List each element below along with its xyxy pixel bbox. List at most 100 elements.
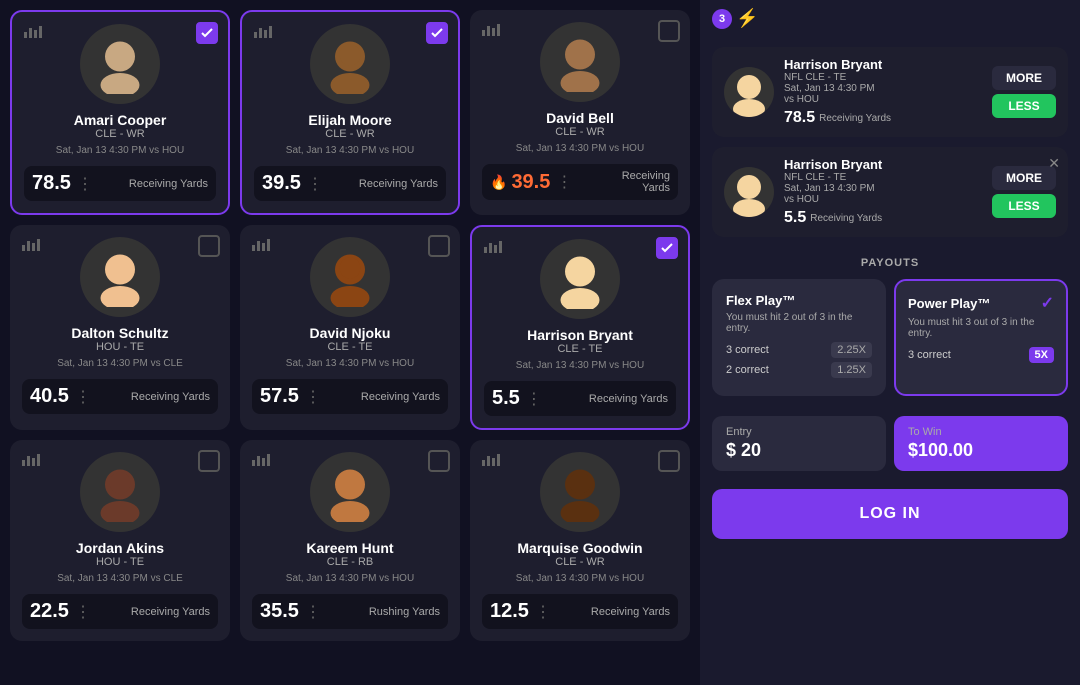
player-team: CLE - WR: [555, 556, 605, 568]
player-card-3[interactable]: David BellCLE - WR Sat, Jan 13 4:30 PM vs…: [470, 10, 690, 215]
card-checkbox[interactable]: [198, 235, 220, 257]
slip-info-2: Harrison Bryant NFL CLE - TE Sat, Jan 13…: [784, 157, 982, 227]
stat-row: 35.5 ⋮ Rushing Yards: [252, 594, 448, 629]
power-play-desc: You must hit 3 out of 3 in the entry.: [908, 317, 1054, 339]
power-play-tab[interactable]: Power Play™ ✓ You must hit 3 out of 3 in…: [894, 279, 1068, 396]
chart-icon: [24, 24, 42, 41]
player-name: Amari Cooper: [74, 112, 167, 128]
card-checkbox[interactable]: [658, 20, 680, 42]
player-name: Marquise Goodwin: [517, 540, 642, 556]
entry-label: Entry: [726, 426, 872, 438]
slip-meta-1: NFL CLE - TE: [784, 72, 982, 83]
slip-name-1: Harrison Bryant: [784, 57, 982, 72]
player-game: Sat, Jan 13 4:30 PM vs CLE: [57, 572, 183, 586]
player-avatar: [310, 452, 390, 532]
entry-value: $ 20: [726, 440, 872, 461]
player-name: Dalton Schultz: [71, 325, 168, 341]
player-avatar: [310, 24, 390, 104]
more-button-2[interactable]: MORE: [992, 166, 1056, 190]
stat-dots: ⋮: [556, 172, 572, 192]
flex-play-tab[interactable]: Flex Play™ You must hit 2 out of 3 in th…: [712, 279, 886, 396]
right-top-bar: 3 ⚡: [700, 0, 1080, 37]
slip-game-2: Sat, Jan 13 4:30 PM vs HOU: [784, 183, 982, 205]
less-button-1[interactable]: LESS: [992, 94, 1056, 118]
login-btn-row: LOG IN: [700, 481, 1080, 551]
player-card-6[interactable]: Harrison BryantCLE - TESat, Jan 13 4:30 …: [470, 225, 690, 430]
player-team: CLE - WR: [95, 128, 145, 140]
fire-icon: 🔥: [490, 174, 507, 191]
card-checkbox[interactable]: [428, 450, 450, 472]
stat-label: ReceivingYards: [578, 170, 670, 194]
player-avatar: [540, 22, 620, 102]
player-team: CLE - WR: [555, 126, 605, 138]
player-card-1[interactable]: Amari CooperCLE - WR Sat, Jan 13 4:30 PM …: [10, 10, 230, 215]
stat-value: 78.5: [32, 172, 71, 195]
stat-dots: ⋮: [526, 389, 542, 409]
stat-value: 40.5: [30, 385, 69, 408]
player-team: CLE - RB: [327, 556, 373, 568]
slip-name-2: Harrison Bryant: [784, 157, 982, 172]
login-button[interactable]: LOG IN: [712, 489, 1068, 539]
stat-dots: ⋮: [305, 602, 321, 622]
stat-label: Receiving Yards: [99, 178, 208, 190]
card-checkbox[interactable]: [426, 22, 448, 44]
player-game: Sat, Jan 13 4:30 PM vs HOU: [286, 572, 414, 586]
player-name: Jordan Akins: [76, 540, 164, 556]
player-card-9[interactable]: Marquise GoodwinCLE - WR Sat, Jan 13 4:30…: [470, 440, 690, 641]
player-team: HOU - TE: [96, 556, 144, 568]
close-icon-slip-2[interactable]: ✕: [1048, 155, 1060, 172]
player-name: Elijah Moore: [308, 112, 391, 128]
stat-row: 40.5 ⋮ Receiving Yards: [22, 379, 218, 414]
card-checkbox[interactable]: [198, 450, 220, 472]
player-game: Sat, Jan 13 4:30 PM vs CLE: [57, 357, 183, 371]
player-card-5[interactable]: David NjokuCLE - TESat, Jan 13 4:30 PM v…: [240, 225, 460, 430]
chart-icon: [482, 22, 500, 39]
less-button-2[interactable]: LESS: [992, 194, 1056, 218]
stat-value: 5.5: [492, 387, 520, 410]
player-game: Sat, Jan 13 4:30 PM vs HOU: [516, 572, 644, 586]
chart-icon: [482, 452, 500, 469]
entry-win-row: Entry $ 20 To Win $100.00: [700, 406, 1080, 481]
chart-icon: [252, 452, 270, 469]
activity-icon: ⚡: [736, 8, 758, 29]
player-team: CLE - WR: [325, 128, 375, 140]
stat-label: Receiving Yards: [329, 178, 438, 190]
player-card-8[interactable]: Kareem HuntCLE - RB Sat, Jan 13 4:30 PM v…: [240, 440, 460, 641]
more-button-1[interactable]: MORE: [992, 66, 1056, 90]
stat-row: 78.5 ⋮ Receiving Yards: [24, 166, 216, 201]
entry-box: Entry $ 20: [712, 416, 886, 471]
stat-row: 5.5 ⋮ Receiving Yards: [484, 381, 676, 416]
player-card-7[interactable]: Jordan AkinsHOU - TE Sat, Jan 13 4:30 PM …: [10, 440, 230, 641]
player-card-2[interactable]: Elijah MooreCLE - WRSat, Jan 13 4:30 PM …: [240, 10, 460, 215]
player-game: Sat, Jan 13 4:30 PM vs HOU: [56, 144, 184, 158]
player-card-4[interactable]: Dalton SchultzHOU - TESat, Jan 13 4:30 P…: [10, 225, 230, 430]
card-checkbox[interactable]: [196, 22, 218, 44]
player-name: Kareem Hunt: [306, 540, 393, 556]
slip-game-1: Sat, Jan 13 4:30 PM vs HOU: [784, 83, 982, 105]
stat-row: 22.5 ⋮ Receiving Yards: [22, 594, 218, 629]
flex-play-row-2: 2 correct 1.25X: [726, 362, 872, 378]
chart-icon: [22, 237, 40, 254]
payouts-title: PAYOUTS: [712, 257, 1068, 269]
stat-value: 57.5: [260, 385, 299, 408]
card-checkbox[interactable]: [428, 235, 450, 257]
player-name: David Bell: [546, 110, 614, 126]
card-checkbox[interactable]: [658, 450, 680, 472]
stat-row: 57.5 ⋮ Receiving Yards: [252, 379, 448, 414]
slip-stat-label-1: Receiving Yards: [819, 113, 891, 124]
card-checkbox[interactable]: [656, 237, 678, 259]
stat-label: Receiving Yards: [557, 606, 670, 618]
chart-icon: [252, 237, 270, 254]
stat-label: Receiving Yards: [97, 391, 210, 403]
stat-value: 39.5: [262, 172, 301, 195]
player-team: CLE - TE: [557, 343, 602, 355]
slip-card-2: ✕ Harrison Bryant NFL CLE - TE Sat, Jan …: [712, 147, 1068, 237]
player-game: Sat, Jan 13 4:30 PM vs HOU: [516, 359, 644, 373]
slip-buttons-1: MORE LESS: [992, 66, 1056, 118]
stat-dots: ⋮: [75, 387, 91, 407]
player-game: Sat, Jan 13 4:30 PM vs HOU: [516, 142, 644, 156]
payouts-section: PAYOUTS Flex Play™ You must hit 2 out of…: [700, 257, 1080, 406]
stat-dots: ⋮: [307, 174, 323, 194]
flex-play-row-1: 3 correct 2.25X: [726, 342, 872, 358]
slip-stat-label-2: Receiving Yards: [810, 213, 882, 224]
